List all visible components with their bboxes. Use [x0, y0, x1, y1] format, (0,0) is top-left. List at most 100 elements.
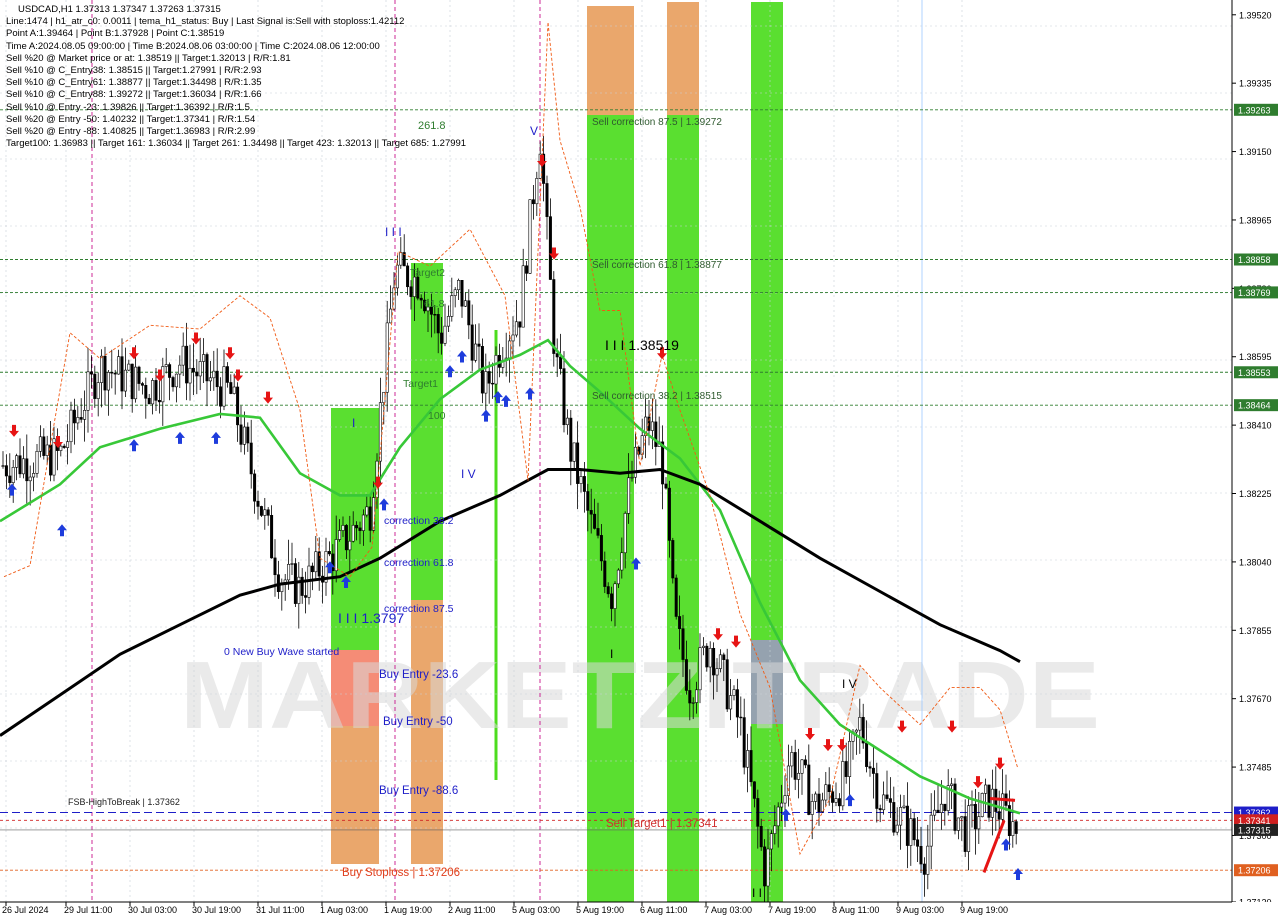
price-tick-label: 1.37485 [1239, 763, 1272, 773]
candle-body [854, 729, 858, 733]
candle-body [562, 368, 566, 426]
candle-body [290, 563, 294, 565]
candle-body [579, 476, 583, 484]
chart-annotation: Buy Entry -23.6 [379, 669, 458, 681]
candle-body [569, 417, 573, 462]
candle-body [678, 616, 682, 630]
candle-body [521, 265, 525, 328]
candle-body [871, 767, 875, 774]
sell-arrow-icon [263, 391, 273, 404]
candle-body [42, 436, 46, 456]
price-label-text: 1.38769 [1238, 288, 1271, 298]
candle-body [38, 436, 42, 452]
candle-body [185, 345, 189, 384]
candle-body [4, 465, 8, 477]
candle-body [76, 417, 80, 424]
candle-body [589, 510, 593, 515]
price-tick-label: 1.38595 [1239, 352, 1272, 362]
candle-body [222, 366, 226, 407]
candle-body [382, 391, 386, 403]
candle-body [52, 438, 56, 476]
candle-body [327, 551, 331, 555]
candle-body [341, 525, 345, 531]
candle-body [72, 409, 76, 424]
candle-body [817, 793, 821, 813]
candle-body [616, 569, 620, 585]
candle-body [8, 475, 12, 483]
candle-body [630, 476, 634, 479]
time-tick-label: 31 Jul 11:00 [256, 905, 304, 915]
candle-body [919, 846, 923, 865]
time-tick-label: 1 Aug 19:00 [384, 905, 432, 915]
candle-body [956, 817, 960, 831]
candle-body [198, 361, 202, 377]
chart-annotation: I V [842, 677, 857, 691]
price-chart[interactable]: MARKETZITRADE Sell correction 87.5 | 1.3… [0, 0, 1280, 920]
candle-body [695, 689, 699, 703]
candle-body [416, 276, 420, 299]
candle-body [463, 300, 467, 307]
candle-body [848, 741, 852, 777]
candle-body [926, 845, 930, 875]
candle-body [725, 659, 729, 710]
candle-body [494, 355, 498, 385]
candle-body [929, 814, 933, 847]
candle-body [650, 421, 654, 431]
candle-body [980, 793, 984, 817]
buy-arrow-icon [57, 524, 67, 537]
candle-body [117, 356, 121, 375]
candle-body [922, 863, 926, 875]
candle-body [899, 807, 903, 826]
candle-body [576, 442, 580, 484]
candle-body [443, 325, 447, 344]
zone-band [667, 2, 699, 115]
candle-body [79, 417, 83, 420]
candle-body [477, 343, 481, 347]
candle-body [351, 524, 355, 542]
candle-body [599, 535, 603, 562]
candle-body [756, 798, 760, 827]
candle-body [310, 565, 314, 573]
chart-annotation: I I I 1.38519 [605, 337, 679, 353]
candle-body [939, 803, 943, 813]
candle-body [83, 410, 87, 420]
candle-body [844, 761, 848, 777]
candle-body [912, 818, 916, 841]
candle-body [219, 386, 223, 407]
buy-arrow-icon [379, 498, 389, 511]
candle-body [467, 300, 471, 326]
candle-body [834, 798, 838, 803]
candle-body [385, 322, 389, 393]
chart-annotation: Buy Entry -50 [383, 716, 453, 728]
candle-body [157, 400, 161, 403]
candle-body [246, 426, 250, 444]
candle-body [984, 784, 988, 794]
candle-body [555, 353, 559, 358]
candle-body [178, 364, 182, 375]
candle-body [406, 265, 410, 288]
candle-body [1014, 821, 1018, 834]
candle-body [450, 295, 454, 317]
zone-band [587, 6, 634, 115]
candle-body [810, 801, 814, 815]
candle-body [807, 764, 811, 815]
candle-body [712, 647, 716, 676]
candle-body [613, 583, 617, 609]
candle-body [66, 441, 70, 448]
zone-band [751, 2, 783, 640]
candle-body [814, 793, 818, 802]
candle-body [739, 716, 743, 719]
candles [1, 135, 1018, 906]
candle-body [208, 377, 212, 382]
candle-body [790, 752, 794, 767]
price-label-text: 1.37315 [1238, 825, 1271, 835]
candle-body [474, 343, 478, 361]
candle-body [304, 595, 308, 598]
candle-body [967, 805, 971, 852]
candle-body [514, 321, 518, 336]
candle-body [419, 297, 423, 301]
candle-body [593, 513, 597, 529]
chart-annotation: V [530, 124, 538, 138]
candle-body [491, 382, 495, 385]
candle-body [759, 825, 763, 848]
